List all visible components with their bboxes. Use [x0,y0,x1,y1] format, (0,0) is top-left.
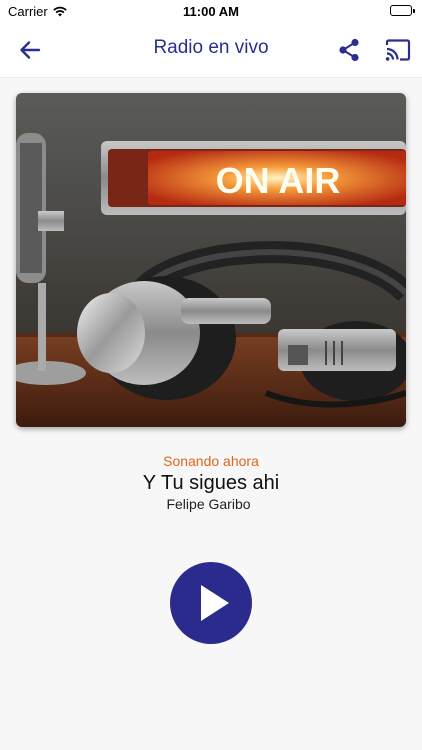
battery-icon [390,5,415,16]
station-artwork: ON AIR [16,93,406,427]
play-icon [201,585,229,621]
radio-screen: Carrier 11:00 AM Radio en vivo ON AIR So… [0,0,422,750]
clock: 11:00 AM [183,4,239,19]
artist-name: Felipe Garibo [166,496,251,512]
share-icon [339,38,359,62]
song-title: Y Tu sigues ahi [142,472,280,494]
on-air-studio-image: ON AIR [16,93,406,427]
play-button[interactable] [170,562,252,644]
cast-icon [385,39,411,61]
status-bar: Carrier 11:00 AM [0,0,422,24]
cast-button[interactable] [384,36,412,64]
share-button[interactable] [335,36,363,64]
navigation-bar: Radio en vivo [0,24,422,78]
now-playing-label: Sonando ahora [163,453,259,469]
on-air-sign-text: ON AIR [216,160,341,201]
